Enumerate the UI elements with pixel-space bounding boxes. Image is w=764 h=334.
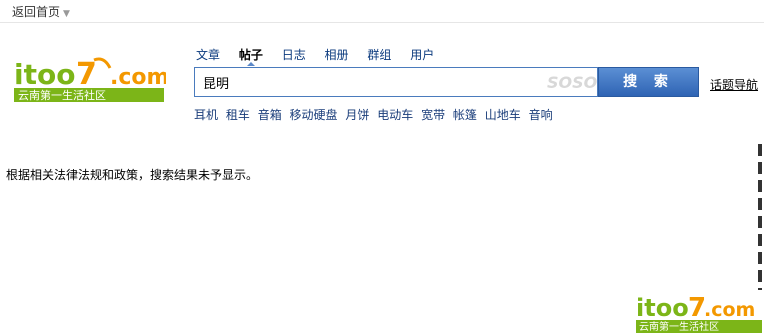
tab-users[interactable]: 用户: [410, 46, 434, 63]
search-result-notice: 根据相关法律法规和政策，搜索结果未予显示。: [6, 168, 259, 182]
hotword-link[interactable]: 音响: [529, 108, 553, 122]
logo-slogan: 云南第一生活社区: [18, 88, 106, 102]
hotword-link[interactable]: 宽带: [421, 108, 445, 122]
tab-groups[interactable]: 群组: [367, 46, 391, 63]
search-type-tabs: 文章 帖子 日志 相册 群组 用户: [196, 46, 449, 66]
svg-text:itoo: itoo: [636, 294, 689, 322]
site-logo[interactable]: itoo 7 .com 云南第一生活社区: [14, 54, 166, 104]
hotword-link[interactable]: 帐篷: [453, 108, 477, 122]
soso-watermark: SOSO: [547, 73, 598, 92]
logo-seven: 7: [76, 57, 97, 92]
tab-albums[interactable]: 相册: [325, 46, 349, 63]
logo-brand-text: itoo: [14, 58, 75, 91]
hotword-link[interactable]: 移动硬盘: [290, 108, 338, 122]
footer-logo[interactable]: itoo 7 .com 云南第一生活社区: [636, 290, 764, 334]
hotword-link[interactable]: 电动车: [377, 108, 413, 122]
hot-keywords: 耳机 租车 音箱 移动硬盘 月饼 电动车 宽带 帐篷 山地车 音响: [194, 106, 557, 123]
tab-blogs[interactable]: 日志: [282, 46, 306, 63]
search-button[interactable]: 搜 索: [598, 67, 699, 97]
tab-posts[interactable]: 帖子: [239, 46, 263, 66]
hotword-link[interactable]: 耳机: [194, 108, 218, 122]
hotword-link[interactable]: 月饼: [345, 108, 369, 122]
hotword-link[interactable]: 租车: [226, 108, 250, 122]
footer-logo-slogan: 云南第一生活社区: [639, 320, 719, 333]
search-box: SOSO: [194, 67, 598, 97]
tab-articles[interactable]: 文章: [196, 46, 220, 63]
svg-text:.com: .com: [704, 299, 755, 321]
logo-dotcom: .com: [110, 65, 166, 90]
back-home-label: 返回首页: [12, 5, 61, 19]
hotword-link[interactable]: 山地车: [485, 108, 521, 122]
hotword-link[interactable]: 音箱: [258, 108, 282, 122]
sidebar-clipped-text: [756, 140, 764, 290]
topic-nav-link[interactable]: 话题导航: [710, 76, 758, 93]
search-input[interactable]: [203, 73, 533, 91]
top-bar: 返回首页 ▼: [0, 0, 764, 23]
back-home-link[interactable]: 返回首页 ▼: [12, 3, 70, 20]
caret-down-icon: ▼: [63, 9, 70, 19]
